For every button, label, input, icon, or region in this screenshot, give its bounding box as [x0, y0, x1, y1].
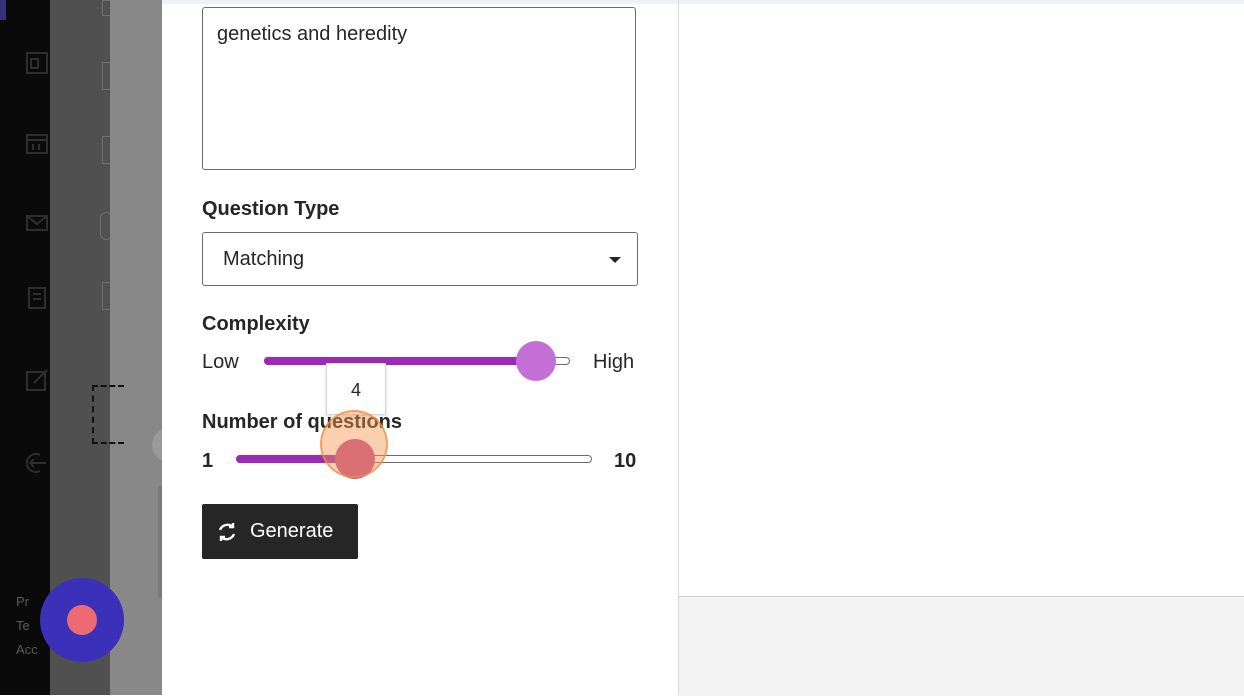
questions-min-label: 1 [202, 450, 214, 472]
topic-input[interactable]: genetics and heredity [202, 7, 636, 170]
dashboard-icon[interactable] [22, 48, 52, 78]
nav-accent [0, 0, 6, 20]
dashed-placeholder [92, 385, 124, 444]
refresh-icon [218, 522, 236, 541]
complexity-slider-thumb[interactable] [516, 341, 556, 381]
complexity-label: Complexity [202, 313, 310, 335]
footer-links: Pr Te Acc [16, 590, 38, 662]
question-type-label: Question Type [202, 198, 340, 220]
questions-slider[interactable] [236, 455, 592, 463]
chevron-down-icon [609, 257, 621, 263]
sign-out-icon[interactable] [22, 448, 52, 478]
generate-button[interactable]: Generate [202, 504, 358, 559]
questions-value-tooltip: 4 [326, 363, 386, 415]
questions-max-label: 10 [614, 450, 637, 472]
record-button[interactable] [40, 578, 124, 662]
complexity-max-label: High [593, 351, 635, 373]
complexity-slider-fill [264, 357, 536, 365]
record-icon [67, 605, 97, 635]
preview-footer [679, 596, 1244, 696]
dimmed-side-panel [110, 0, 162, 695]
grades-icon[interactable] [22, 283, 52, 313]
edit-icon[interactable] [22, 365, 52, 395]
calendar-icon[interactable] [22, 128, 52, 158]
question-type-value: Matching [223, 247, 305, 270]
panel-divider [678, 0, 679, 695]
messages-icon[interactable] [22, 208, 52, 238]
footer-link-terms[interactable]: Te [16, 614, 38, 638]
question-type-select[interactable]: Matching [202, 232, 638, 286]
complexity-min-label: Low [202, 351, 239, 373]
generate-button-label: Generate [250, 520, 334, 542]
footer-link-accessibility[interactable]: Acc [16, 638, 38, 662]
footer-link-privacy[interactable]: Pr [16, 590, 38, 614]
click-indicator [320, 410, 388, 478]
